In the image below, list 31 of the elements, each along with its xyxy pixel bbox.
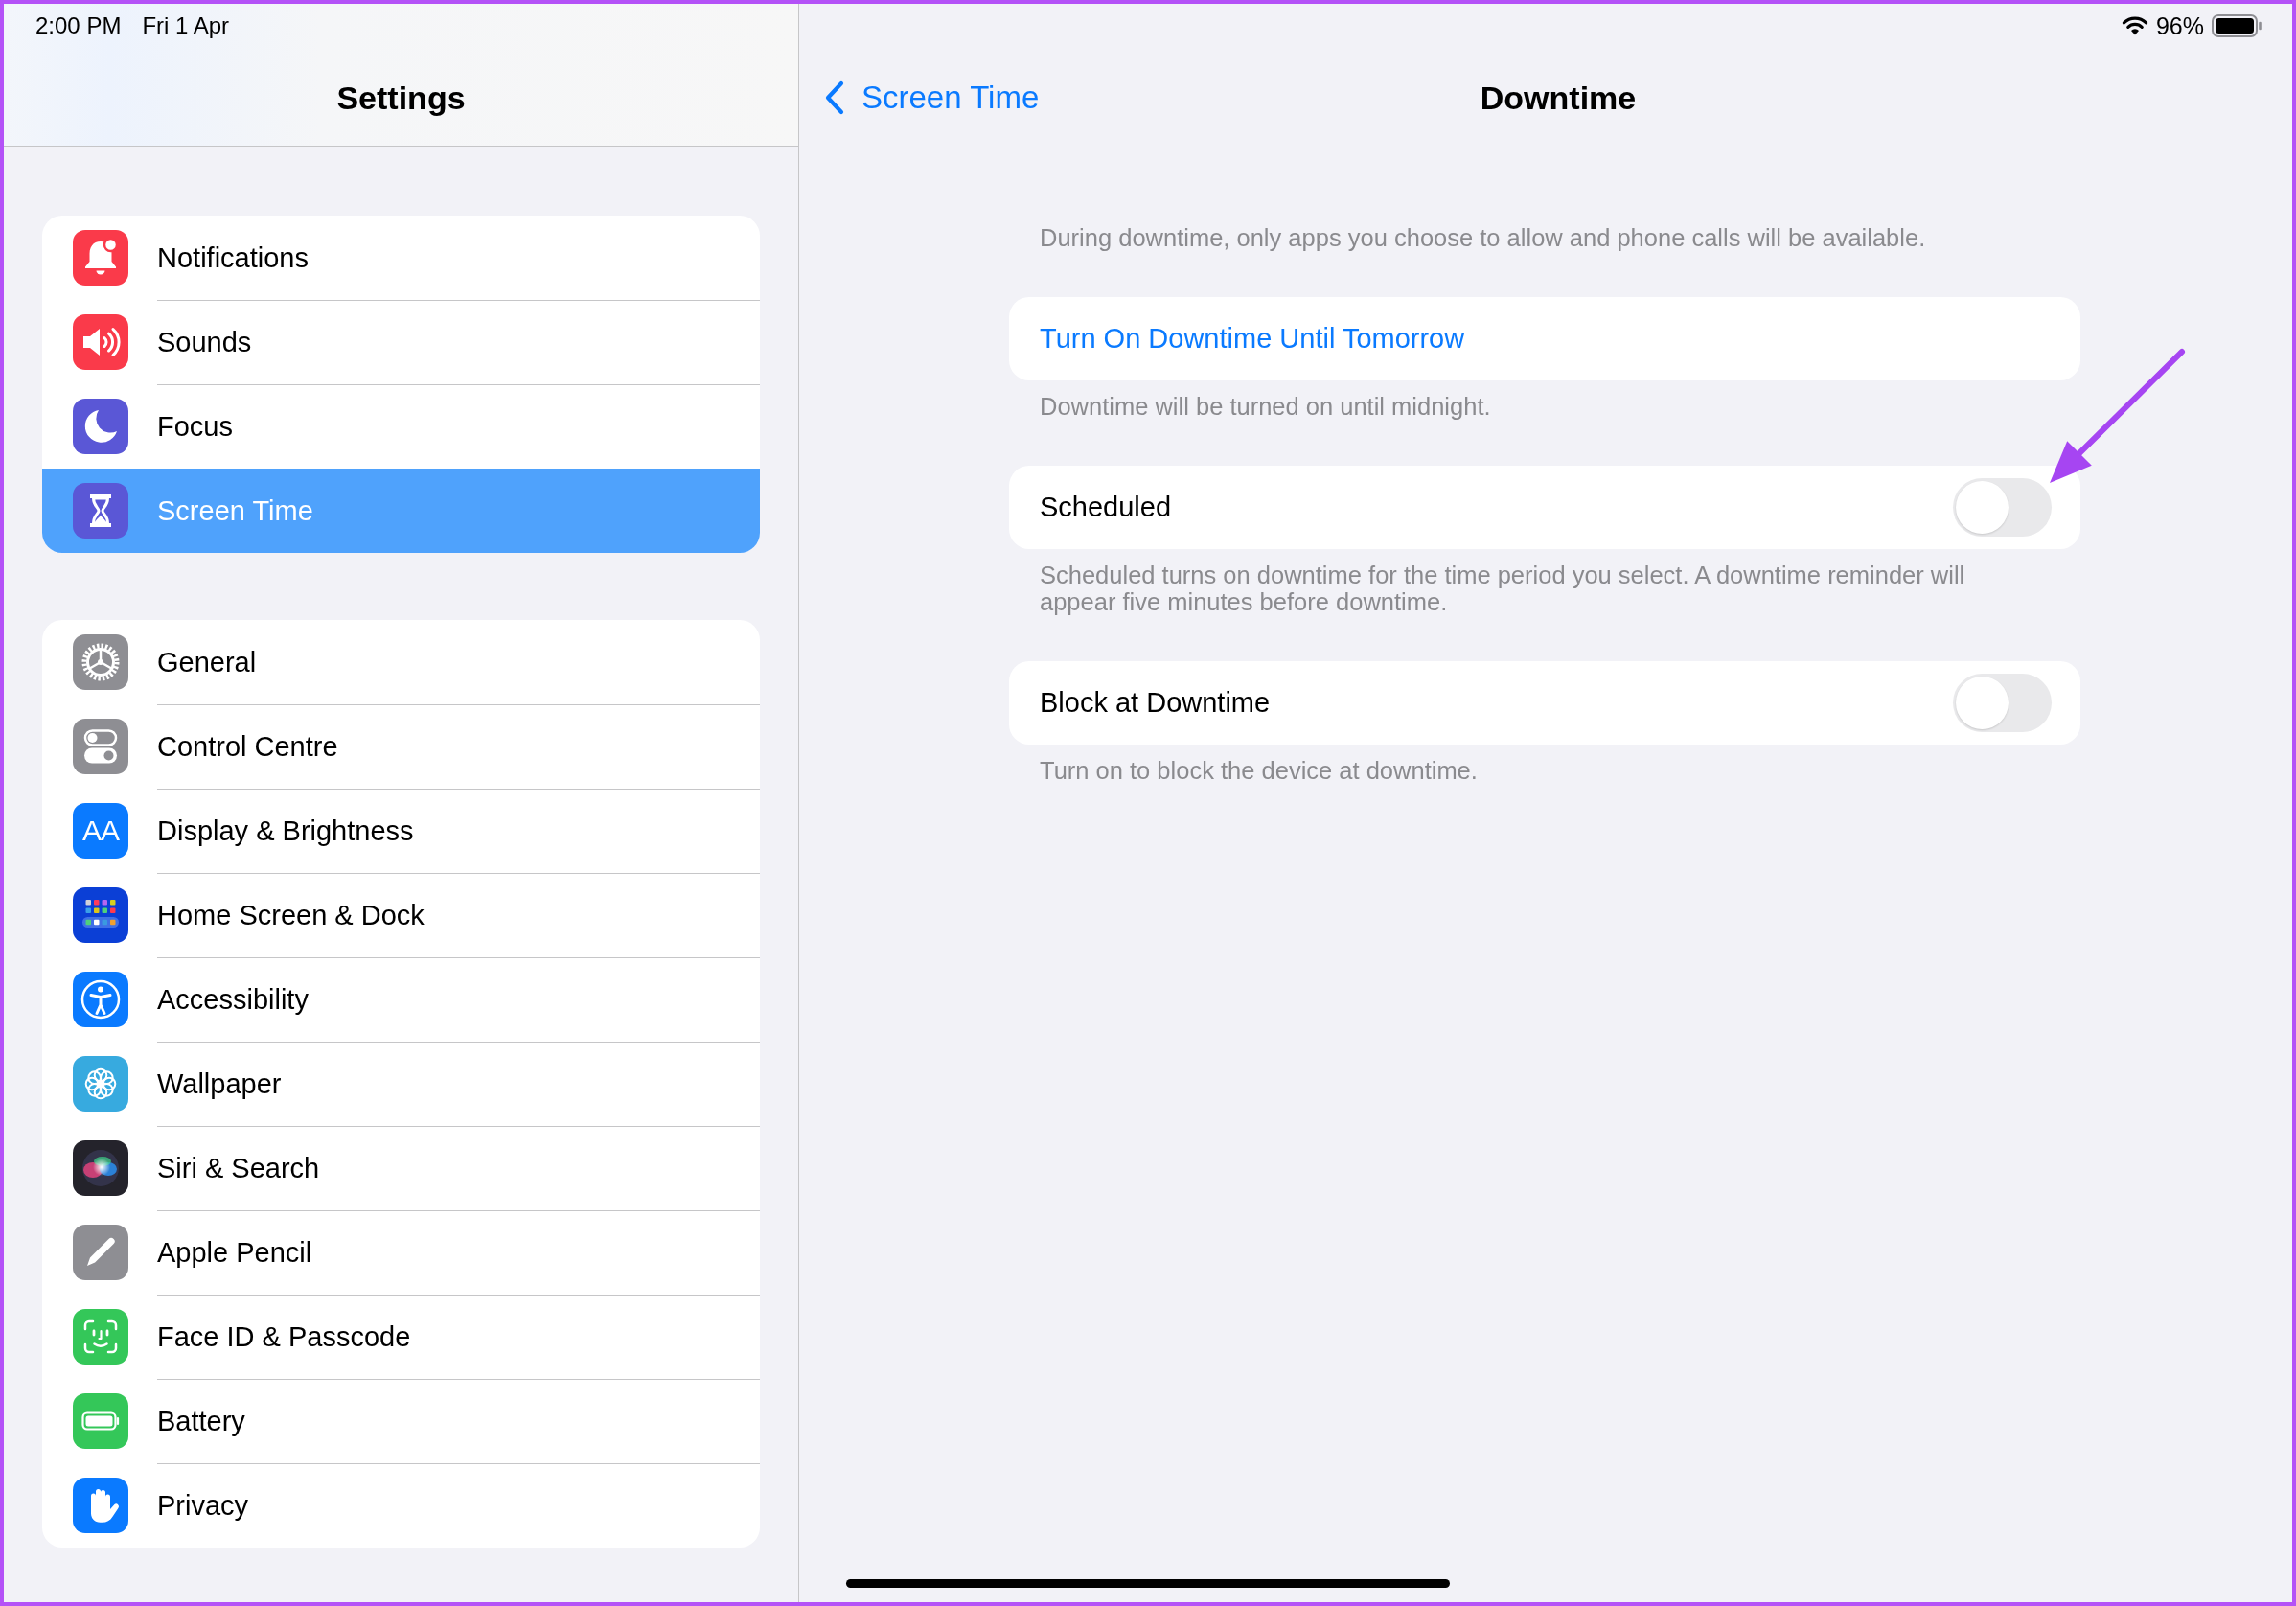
action-button[interactable]: Turn On Downtime Until Tomorrow xyxy=(1009,297,2080,380)
status-date: Fri 1 Apr xyxy=(142,11,230,40)
sidebar-item[interactable]: General xyxy=(42,620,760,704)
sidebar-item[interactable]: Siri & Search xyxy=(42,1126,760,1210)
sidebar-item[interactable]: Notifications xyxy=(42,216,760,300)
chevron-icon xyxy=(824,80,845,115)
section-description: During downtime, only apps you choose to allow and phone calls will be available. xyxy=(1039,223,1927,252)
battery-percentage: 96% xyxy=(2155,11,2204,40)
sidebar-item[interactable]: Privacy xyxy=(42,1463,760,1548)
sidebar-item[interactable]: Wallpaper xyxy=(42,1042,760,1126)
text-size-icon: AA xyxy=(73,803,128,859)
sidebar-item[interactable]: Sounds xyxy=(42,300,760,384)
sidebar-title: Settings xyxy=(336,79,466,117)
wifi-icon xyxy=(2121,16,2148,35)
sidebar-item[interactable]: Battery xyxy=(42,1379,760,1463)
sidebar-item[interactable]: Control Centre xyxy=(42,704,760,789)
section-footer: Downtime will be turned on until midnight. xyxy=(1009,380,2038,420)
toggle-switch[interactable] xyxy=(1953,478,2052,537)
section-footer: Turn on to block the device at downtime. xyxy=(1009,745,2038,784)
battery-icon xyxy=(2212,14,2263,37)
row-label: Block at Downtime xyxy=(1040,687,1271,719)
page-title: Downtime xyxy=(1480,79,1637,117)
sidebar-item[interactable]: Home Screen & Dock xyxy=(42,873,760,957)
sidebar-item[interactable]: AA Display & Brightness xyxy=(42,789,760,873)
row-label: Scheduled xyxy=(1040,492,1172,523)
back-button[interactable]: Screen Time xyxy=(824,79,1040,117)
sidebar-item[interactable]: Face ID & Passcode xyxy=(42,1295,760,1379)
status-time: 2:00 PM xyxy=(35,11,122,40)
section-footer: Scheduled turns on downtime for the time period you select. A downtime reminder will appear five minutes before downtime. xyxy=(1009,549,2038,615)
sidebar-item[interactable]: Apple Pencil xyxy=(42,1210,760,1295)
sidebar-item[interactable]: Accessibility xyxy=(42,957,760,1042)
